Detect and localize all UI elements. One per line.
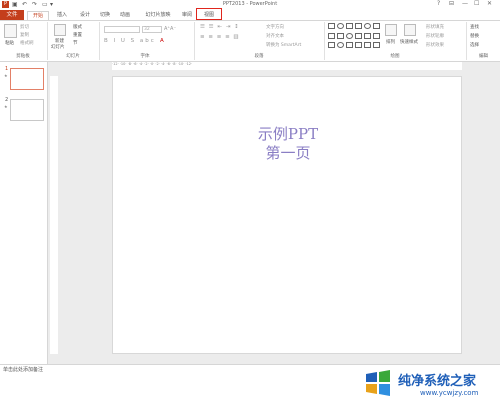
format-painter-button[interactable]: 格式刷 <box>20 40 34 46</box>
paste-button[interactable]: 粘贴 <box>5 40 14 46</box>
editing-group-label: 编辑 <box>479 54 488 59</box>
maximize-button[interactable]: ☐ <box>474 0 479 7</box>
shape-item[interactable] <box>355 32 362 39</box>
list-buttons[interactable]: ☰ ☰ ⇤ ⇥ ↕ <box>200 24 240 30</box>
shape-item[interactable] <box>346 23 353 29</box>
font-name-select[interactable] <box>104 26 140 33</box>
minimize-button[interactable]: — <box>462 0 468 7</box>
shape-item[interactable] <box>364 32 371 39</box>
clipboard-group-label: 剪贴板 <box>16 54 30 59</box>
slides-group-label: 幻灯片 <box>66 54 80 59</box>
current-slide[interactable]: 示例PPT 第一页 <box>112 76 462 354</box>
start-slideshow-icon[interactable]: ▭ <box>42 1 48 8</box>
shape-fill-button[interactable]: 形状填充 <box>426 24 444 30</box>
align-text-button[interactable]: 对齐文本 <box>266 33 284 39</box>
font-group-label: 字体 <box>140 54 150 59</box>
vertical-ruler <box>50 76 58 354</box>
slide-title-line: 第一页 <box>265 144 311 162</box>
arrange-button[interactable]: 排列 <box>386 39 395 45</box>
shape-item[interactable] <box>328 32 335 39</box>
shape-item[interactable] <box>355 42 362 49</box>
shape-item[interactable] <box>337 32 344 39</box>
shape-item[interactable] <box>364 42 371 49</box>
tab-slideshow[interactable]: 幻灯片放映 <box>140 11 176 20</box>
slide-thumbnail-1[interactable] <box>10 68 44 90</box>
copy-button[interactable]: 复制 <box>20 32 29 38</box>
transition-star-icon: ★ <box>4 104 8 109</box>
paragraph-group-label: 段落 <box>254 54 264 59</box>
tab-insert[interactable]: 插入 <box>51 11 73 20</box>
powerpoint-logo-icon: P <box>2 1 9 8</box>
text-direction-button[interactable]: 文字方向 <box>266 24 284 30</box>
find-button[interactable]: 查找 <box>470 24 479 30</box>
shape-item[interactable] <box>373 23 380 29</box>
help-icon[interactable]: ? <box>437 0 440 7</box>
shape-item[interactable] <box>328 42 335 49</box>
transition-star-icon: ★ <box>4 73 8 78</box>
shapes-gallery[interactable] <box>328 23 380 51</box>
align-buttons[interactable]: ≡ ≡ ≡ ≡ ▥ <box>200 34 240 40</box>
tab-transitions[interactable]: 切换 <box>94 11 116 20</box>
customize-toolbar-icon[interactable]: ▾ <box>50 1 53 8</box>
shape-outline-button[interactable]: 形状轮廓 <box>426 33 444 39</box>
font-size-select[interactable]: 32 <box>142 26 162 33</box>
cut-button[interactable]: 剪切 <box>20 24 29 30</box>
notes-placeholder[interactable]: 单击此处添加备注 <box>3 366 43 373</box>
thumbnail-number: 2 <box>5 97 9 103</box>
font-grow-icon[interactable]: A⁺A⁻ <box>164 26 176 32</box>
undo-icon[interactable]: ↶ <box>22 1 27 8</box>
shape-item[interactable] <box>373 32 380 39</box>
select-button[interactable]: 选择 <box>470 42 479 48</box>
tab-animations[interactable]: 动画 <box>114 11 136 20</box>
shape-item[interactable] <box>364 23 371 29</box>
close-button[interactable]: ✕ <box>487 0 492 7</box>
paste-icon[interactable] <box>4 24 17 38</box>
watermark-name: 纯净系统之家 <box>398 374 477 389</box>
tab-review[interactable]: 审阅 <box>176 11 198 20</box>
slide-title-textbox[interactable]: 示例PPT 第一页 <box>113 125 463 163</box>
thumbnail-number: 1 <box>5 66 9 72</box>
shape-item[interactable] <box>337 42 344 49</box>
new-slide-icon[interactable] <box>54 24 66 36</box>
reset-button[interactable]: 重置 <box>73 32 82 38</box>
font-style-buttons[interactable]: B I U S abc <box>104 38 156 44</box>
shape-item[interactable] <box>373 42 380 49</box>
slide-thumbnail-2[interactable] <box>10 99 44 121</box>
shape-item[interactable] <box>346 32 353 39</box>
tab-design[interactable]: 设计 <box>74 11 96 20</box>
watermark-url: www.ycwjzy.com <box>420 389 479 397</box>
slide-title-line: 示例PPT <box>257 125 319 143</box>
shape-item[interactable] <box>328 23 335 29</box>
section-button[interactable]: 节 <box>73 40 78 46</box>
drawing-group-label: 绘图 <box>390 54 400 59</box>
ribbon-options-icon[interactable]: ⊟ <box>449 0 454 7</box>
shape-item[interactable] <box>355 23 362 29</box>
view-tab-highlight <box>196 8 222 20</box>
shape-item[interactable] <box>346 42 353 49</box>
shape-effects-button[interactable]: 形状效果 <box>426 42 444 48</box>
tab-home[interactable]: 开始 <box>27 11 49 20</box>
horizontal-ruler: ·12· ·10· ·8· ·6· ·4· ·2· ·0· ·2· ·4· ·6… <box>112 62 462 70</box>
save-icon[interactable]: ▣ <box>12 1 18 8</box>
quick-styles-button[interactable]: 快速样式 <box>400 39 418 45</box>
group-divider <box>324 22 325 60</box>
group-divider <box>194 22 195 60</box>
quick-styles-icon[interactable] <box>404 24 416 36</box>
tab-file[interactable]: 文件 <box>0 10 24 20</box>
watermark-logo-icon <box>366 370 390 396</box>
arrange-icon[interactable] <box>385 24 397 36</box>
redo-icon[interactable]: ↷ <box>32 1 37 8</box>
smartart-button[interactable]: 转换为 SmartArt <box>266 42 301 48</box>
layout-button[interactable]: 版式 <box>73 24 82 30</box>
font-color-icon[interactable]: A <box>160 38 164 44</box>
shape-item[interactable] <box>337 23 344 29</box>
new-slide-button-line2[interactable]: 幻灯片 <box>51 44 65 50</box>
window-title: PPT2013 - PowerPoint <box>222 1 278 7</box>
replace-button[interactable]: 替换 <box>470 33 479 39</box>
